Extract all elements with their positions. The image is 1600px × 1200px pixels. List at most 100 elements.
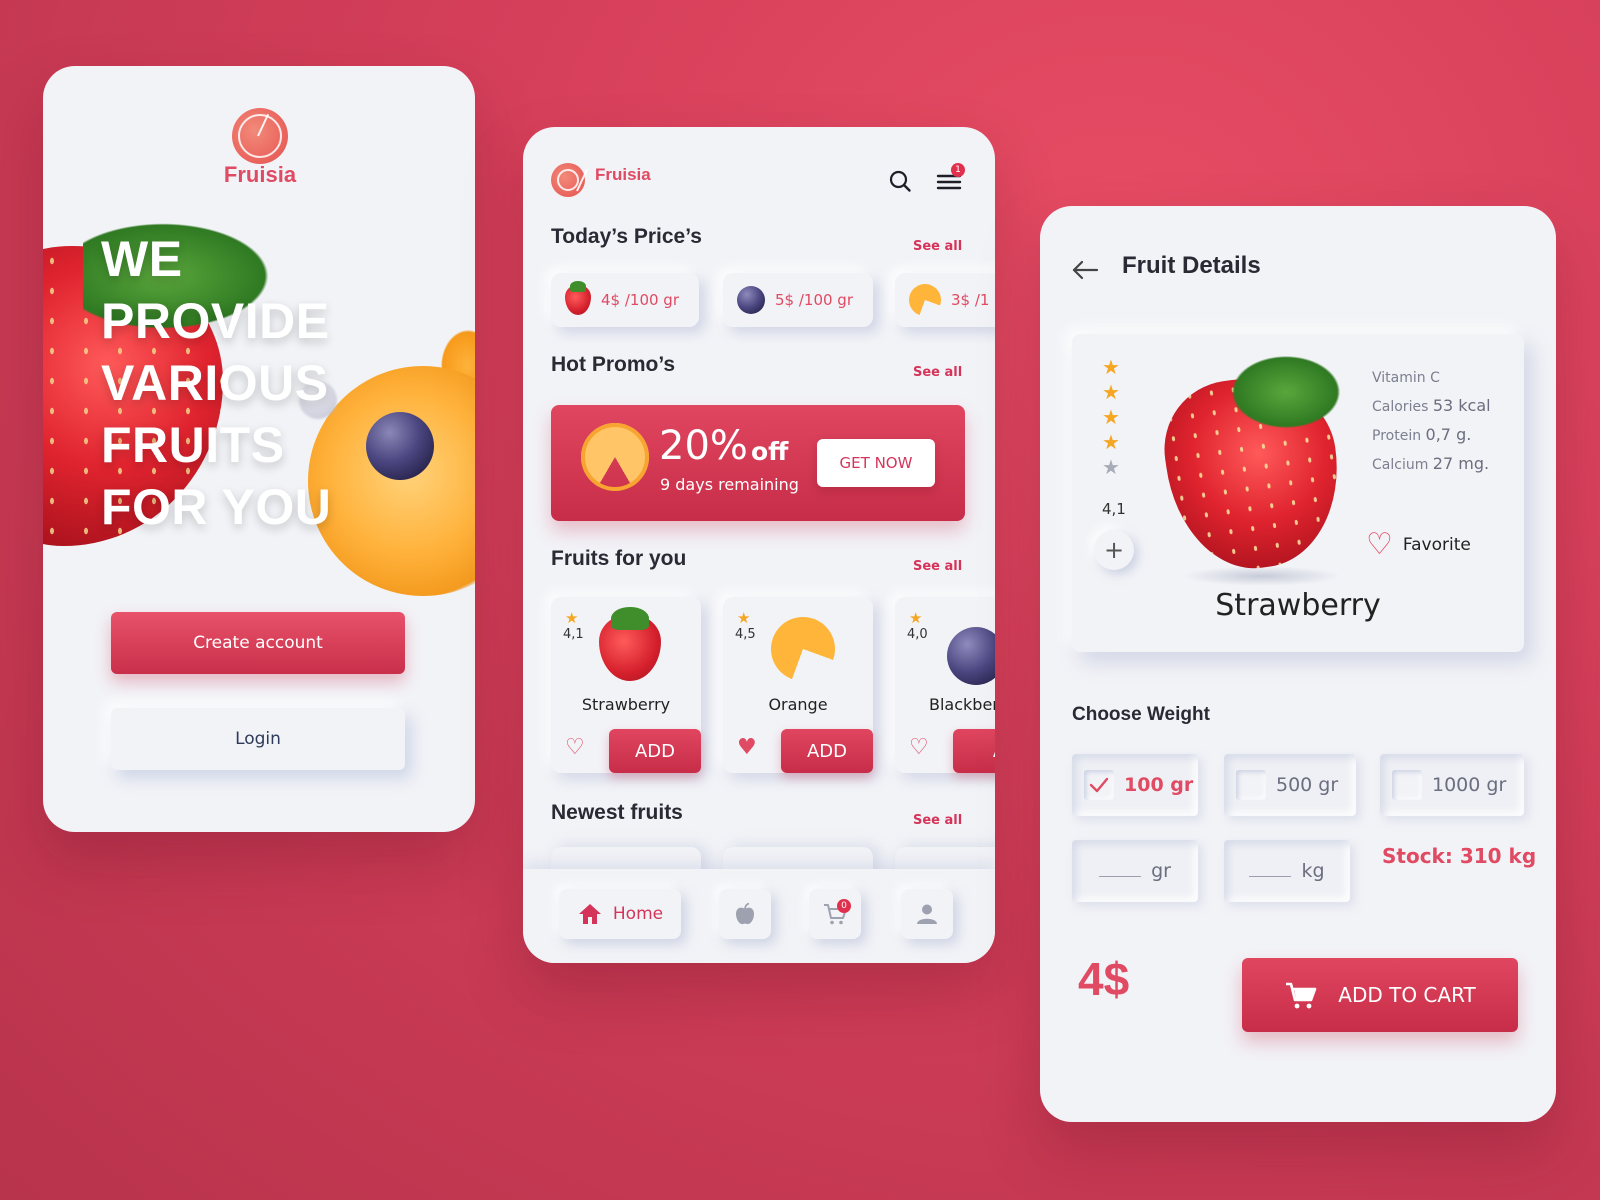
see-all-prices-link[interactable]: See all <box>913 239 962 254</box>
blackberry-image <box>947 627 995 685</box>
heart-outline-icon[interactable]: ♡ <box>565 737 589 759</box>
rating-value: 4,1 <box>1102 500 1126 518</box>
nav-profile-button[interactable] <box>901 889 953 939</box>
add-button[interactable]: A <box>953 729 995 773</box>
see-all-fruits-link[interactable]: See all <box>913 559 962 574</box>
nav-home-label: Home <box>612 904 664 924</box>
nav-fruits-button[interactable] <box>719 889 771 939</box>
get-now-button[interactable]: GET NOW <box>817 439 935 487</box>
price-pill-orange[interactable]: 3$ /1 <box>895 273 995 327</box>
checkbox-icon <box>1392 770 1422 800</box>
nutrition-value: 53 kcal <box>1432 396 1491 415</box>
heart-outline-icon[interactable]: ♡ <box>909 737 933 759</box>
nutrition-row: Vitamin C <box>1372 370 1491 386</box>
weight-option-1000[interactable]: 1000 gr <box>1380 754 1524 816</box>
star-icon: ★ <box>1102 355 1120 379</box>
hero-line: FOR YOU <box>101 479 332 535</box>
search-button[interactable] <box>884 165 916 197</box>
price-pill-blackberry[interactable]: 5$ /100 gr <box>723 273 873 327</box>
page-title: Fruit Details <box>1122 252 1261 279</box>
todays-price-title: Today’s Price’s <box>551 225 702 248</box>
arrow-left-icon <box>1072 260 1099 280</box>
nutrition-label: Vitamin C <box>1372 370 1440 386</box>
add-rating-button[interactable]: + <box>1094 530 1134 570</box>
nutrition-list: Vitamin C Calories 53 kcal Protein 0,7 g… <box>1372 370 1491 473</box>
orange-image <box>771 617 835 681</box>
welcome-screen: Fruisia WE PROVIDE VARIOUS FRUITS FOR YO… <box>43 66 475 832</box>
weight-label: 500 gr <box>1276 774 1339 796</box>
promo-off-label: off <box>751 437 789 466</box>
back-button[interactable] <box>1070 258 1100 282</box>
brand-name: Fruisia <box>223 162 297 187</box>
nutrition-label: Protein <box>1372 428 1422 444</box>
promo-banner[interactable]: 20% off 9 days remaining GET NOW <box>551 405 965 521</box>
stock-label: Stock: <box>1382 844 1453 868</box>
promo-percent: 20% <box>659 423 748 469</box>
see-all-promos-link[interactable]: See all <box>913 365 962 380</box>
hot-promos-title: Hot Promo’s <box>551 353 676 376</box>
nutrition-row: Calories 53 kcal <box>1372 396 1491 415</box>
see-all-newest-link[interactable]: See all <box>913 813 962 828</box>
weight-option-100[interactable]: 100 gr <box>1072 754 1198 816</box>
strawberry-image <box>599 607 661 681</box>
weight-option-500[interactable]: 500 gr <box>1224 754 1356 816</box>
home-screen: Fruisia 1 Today’s Price’s See all 4$ /10… <box>523 127 995 963</box>
orange-icon <box>909 284 941 316</box>
create-account-button[interactable]: Create account <box>111 612 405 674</box>
fruit-name: Strawberry <box>1215 588 1381 623</box>
star-rating: ★ ★ ★ ★ ★ <box>1102 355 1120 477</box>
bottom-navigation: Home 0 <box>523 869 995 963</box>
price-pill-strawberry[interactable]: 4$ /100 gr <box>551 273 699 327</box>
cart-icon <box>1286 982 1317 1009</box>
fruit-details-screen: Fruit Details ★ ★ ★ ★ ★ 4,1 + Vitamin C … <box>1040 206 1556 1122</box>
nutrition-value: 0,7 g. <box>1425 425 1472 444</box>
weight-label: 100 gr <box>1124 774 1194 796</box>
hero-headline: WE PROVIDE VARIOUS FRUITS FOR YOU <box>101 228 431 538</box>
hero-line: VARIOUS <box>101 355 329 411</box>
custom-kg-input[interactable]: kg <box>1224 840 1350 902</box>
brand-name: Fruisia <box>595 165 651 184</box>
input-blank <box>1099 865 1142 877</box>
strawberry-icon <box>565 281 591 315</box>
add-button[interactable]: ADD <box>781 729 873 773</box>
fruit-name: Blackber <box>929 695 995 714</box>
checkbox-checked-icon <box>1084 770 1114 800</box>
star-icon: ★ <box>565 609 579 627</box>
menu-button[interactable]: 1 <box>933 163 965 197</box>
heart-filled-icon[interactable]: ♥ <box>737 737 761 759</box>
stock-info: Stock: 310 kg <box>1382 844 1536 868</box>
fruisia-logo-icon <box>551 163 585 197</box>
choose-weight-title: Choose Weight <box>1072 704 1210 725</box>
leaf-image <box>1232 348 1352 428</box>
favorite-button[interactable]: ♡ Favorite <box>1366 530 1471 560</box>
user-icon <box>917 904 937 924</box>
add-button[interactable]: ADD <box>609 729 701 773</box>
fruit-card-strawberry[interactable]: ★ 4,1 Strawberry ♡ ADD <box>551 597 701 773</box>
nav-home-button[interactable]: Home <box>559 889 681 939</box>
nav-cart-button[interactable]: 0 <box>809 889 861 939</box>
fruit-detail-card: ★ ★ ★ ★ ★ 4,1 + Vitamin C Calories 53 kc… <box>1072 334 1524 652</box>
fruits-for-you-title: Fruits for you <box>551 547 687 570</box>
fruit-rating: 4,0 <box>907 627 928 642</box>
cart-badge: 0 <box>837 899 851 913</box>
fruit-card-blackberry[interactable]: ★ 4,0 Blackber ♡ A <box>895 597 995 773</box>
apple-icon <box>736 902 754 925</box>
input-blank <box>1249 865 1292 877</box>
custom-gram-input[interactable]: gr <box>1072 840 1198 902</box>
fruit-card-orange[interactable]: ★ 4,5 Orange ♥ ADD <box>723 597 873 773</box>
orange-slice-icon <box>581 423 649 491</box>
star-icon: ★ <box>1102 380 1120 404</box>
blackberry-icon <box>737 286 765 314</box>
login-button[interactable]: Login <box>111 708 405 770</box>
star-icon: ★ <box>1102 405 1120 429</box>
fruit-name: Orange <box>768 695 828 714</box>
nutrition-row: Protein 0,7 g. <box>1372 425 1491 444</box>
fruit-rating: 4,1 <box>563 627 584 642</box>
star-icon: ★ <box>1102 430 1120 454</box>
price-value: 4$ <box>1078 953 1130 1005</box>
add-to-cart-button[interactable]: ADD TO CART <box>1242 958 1518 1032</box>
add-to-cart-label: ADD TO CART <box>1338 983 1476 1007</box>
nutrition-label: Calories <box>1372 399 1429 415</box>
price-text: 3$ /1 <box>951 291 990 309</box>
hero-line: WE <box>101 231 183 287</box>
